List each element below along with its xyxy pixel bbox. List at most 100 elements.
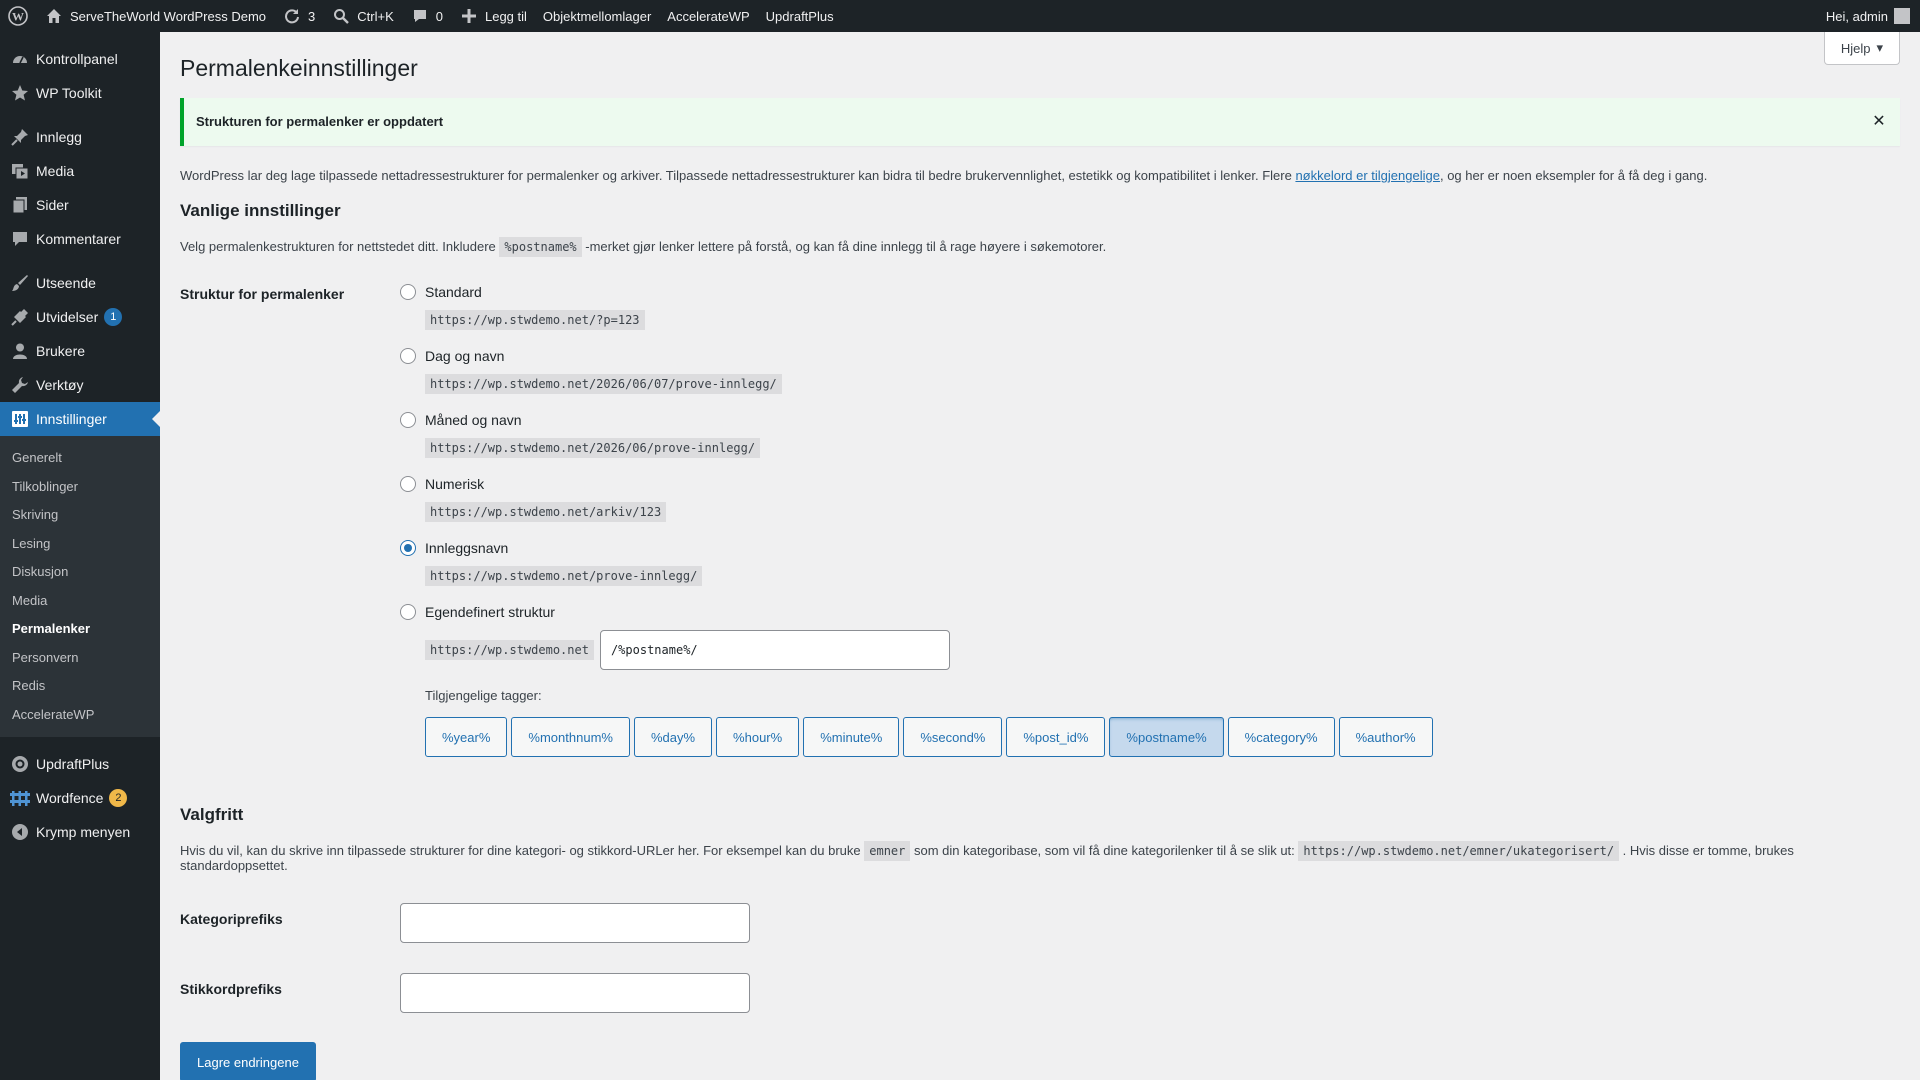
menu-item-utvidelser[interactable]: Utvidelser 1 [0,300,160,334]
menu-label: Innstillinger [36,411,107,427]
tag-year-button[interactable]: %year% [425,717,508,758]
admin-sidebar: Kontrollpanel WP Toolkit Innlegg Media S… [0,32,160,1080]
submenu-media[interactable]: Media [0,587,160,616]
menu-item-kommentarer[interactable]: Kommentarer [0,222,160,256]
menu-item-wp-toolkit[interactable]: WP Toolkit [0,76,160,110]
comment-icon [10,229,30,249]
radio-numerisk[interactable] [400,476,416,493]
menu-item-media[interactable]: Media [0,154,160,188]
menu-item-sider[interactable]: Sider [0,188,160,222]
menu-label: Krymp menyen [36,824,131,840]
tag-category-button[interactable]: %category% [1227,717,1335,758]
option-label: Numerisk [425,476,485,493]
svg-text:W: W [12,10,24,24]
option-egendefinert[interactable]: Egendefinert struktur https://wp.stwdemo… [400,604,1900,671]
save-button[interactable]: Lagre endringene [180,1042,316,1080]
tag-day-button[interactable]: %day% [633,717,713,758]
menu-item-brukere[interactable]: Brukere [0,334,160,368]
menu-item-updraftplus[interactable]: UpdraftPlus [0,747,160,781]
option-example: https://wp.stwdemo.net/?p=123 [425,310,645,331]
new-content-link[interactable]: Legg til [451,0,535,32]
permalink-structure-label: Struktur for permalenker [180,286,345,303]
menu-label: Utseende [36,275,96,291]
updraft-icon [10,754,30,774]
wordpress-logo-icon[interactable]: W [0,0,36,32]
submenu-tilkoblinger[interactable]: Tilkoblinger [0,473,160,502]
tag-postname-button[interactable]: %postname% [1109,717,1224,758]
submenu-skriving[interactable]: Skriving [0,501,160,530]
optional-description: Hvis du vil, kan du skrive inn tilpassed… [180,841,1794,874]
comments-link[interactable]: 0 [402,0,451,32]
menu-item-utseende[interactable]: Utseende [0,266,160,300]
adminbar-objektmellomlager[interactable]: Objektmellomlager [535,0,659,32]
custom-structure-input[interactable] [599,630,950,671]
menu-item-innlegg[interactable]: Innlegg [0,120,160,154]
tag-prefix-input[interactable] [400,973,750,1014]
adminbar-acceleratewp[interactable]: AccelerateWP [659,0,757,32]
menu-item-kontrollpanel[interactable]: Kontrollpanel [0,42,160,76]
radio-standard[interactable] [400,284,416,301]
wrench-icon [10,375,30,395]
success-notice: Strukturen for permalenker er oppdatert … [180,97,1900,146]
option-maned-og-navn[interactable]: Måned og navn https://wp.stwdemo.net/202… [400,412,1900,459]
radio-innleggsnavn[interactable] [400,540,416,557]
category-base-example: emner [864,841,911,862]
submenu-acceleratewp[interactable]: AccelerateWP [0,701,160,730]
tag-hour-button[interactable]: %hour% [716,717,800,758]
radio-maned-og-navn[interactable] [400,412,416,429]
updates-count: 3 [308,8,316,24]
tag-minute-button[interactable]: %minute% [803,717,900,758]
site-name-link[interactable]: ServeTheWorld WordPress Demo [36,0,274,32]
option-label: Egendefinert struktur [425,604,555,621]
option-innleggsnavn[interactable]: Innleggsnavn https://wp.stwdemo.net/prov… [400,540,1900,587]
category-prefix-label: Kategoriprefiks [180,911,283,928]
submenu-permalenker[interactable]: Permalenker [0,615,160,644]
tag-post-id-button[interactable]: %post_id% [1006,717,1106,758]
help-button[interactable]: Hjelp ▾ [1823,32,1900,65]
dashboard-icon [10,49,30,69]
radio-egendefinert[interactable] [400,604,416,621]
submenu-personvern[interactable]: Personvern [0,644,160,673]
menu-item-wordfence[interactable]: Wordfence 2 [0,781,160,815]
menu-label: Sider [36,197,69,213]
tag-author-button[interactable]: %author% [1338,717,1433,758]
radio-dag-og-navn[interactable] [400,348,416,365]
category-prefix-row: Kategoriprefiks [180,903,1900,944]
option-numerisk[interactable]: Numerisk https://wp.stwdemo.net/arkiv/12… [400,476,1900,523]
submenu-lesing[interactable]: Lesing [0,530,160,559]
adminbar-updraftplus[interactable]: UpdraftPlus [758,0,842,32]
new-label: Legg til [484,8,527,24]
keywords-link[interactable]: nøkkelord er tilgjengelige [1295,168,1440,183]
menu-label: Wordfence [36,790,104,806]
tag-second-button[interactable]: %second% [903,717,1003,758]
settings-submenu: Generelt Tilkoblinger Skriving Lesing Di… [0,436,160,737]
permalink-options: Standard https://wp.stwdemo.net/?p=123 D… [400,284,1900,758]
close-icon[interactable]: ✕ [1870,112,1888,130]
menu-item-verktoy[interactable]: Verktøy [0,368,160,402]
tag-prefix-row: Stikkordprefiks [180,973,1900,1014]
submenu-generelt[interactable]: Generelt [0,444,160,473]
menu-item-innstillinger[interactable]: Innstillinger [0,402,160,436]
search-link[interactable]: Ctrl+K [323,0,401,32]
option-dag-og-navn[interactable]: Dag og navn https://wp.stwdemo.net/2026/… [400,348,1900,395]
menu-item-krymp-menyen[interactable]: Krymp menyen [0,815,160,849]
category-prefix-input[interactable] [400,903,750,944]
option-standard[interactable]: Standard https://wp.stwdemo.net/?p=123 [400,284,1900,331]
intro-text: WordPress lar deg lage tilpassede nettad… [180,167,1708,183]
chevron-down-icon: ▾ [1876,40,1883,55]
help-label: Hjelp [1840,40,1871,56]
common-settings-heading: Vanlige innstillinger [180,201,341,221]
my-account-link[interactable]: Hei, admin [1818,0,1920,32]
updates-link[interactable]: 3 [274,0,323,32]
tag-monthnum-button[interactable]: %monthnum% [511,717,630,758]
plugin-update-badge: 1 [104,308,123,326]
user-icon [10,341,30,361]
star-icon [10,83,30,103]
submenu-redis[interactable]: Redis [0,672,160,701]
search-shortcut: Ctrl+K [357,8,394,24]
site-name: ServeTheWorld WordPress Demo [70,8,267,24]
option-label: Dag og navn [425,348,505,365]
submenu-diskusjon[interactable]: Diskusjon [0,558,160,587]
option-example: https://wp.stwdemo.net/2026/06/07/prove-… [425,374,782,395]
postname-code: %postname% [499,237,582,258]
